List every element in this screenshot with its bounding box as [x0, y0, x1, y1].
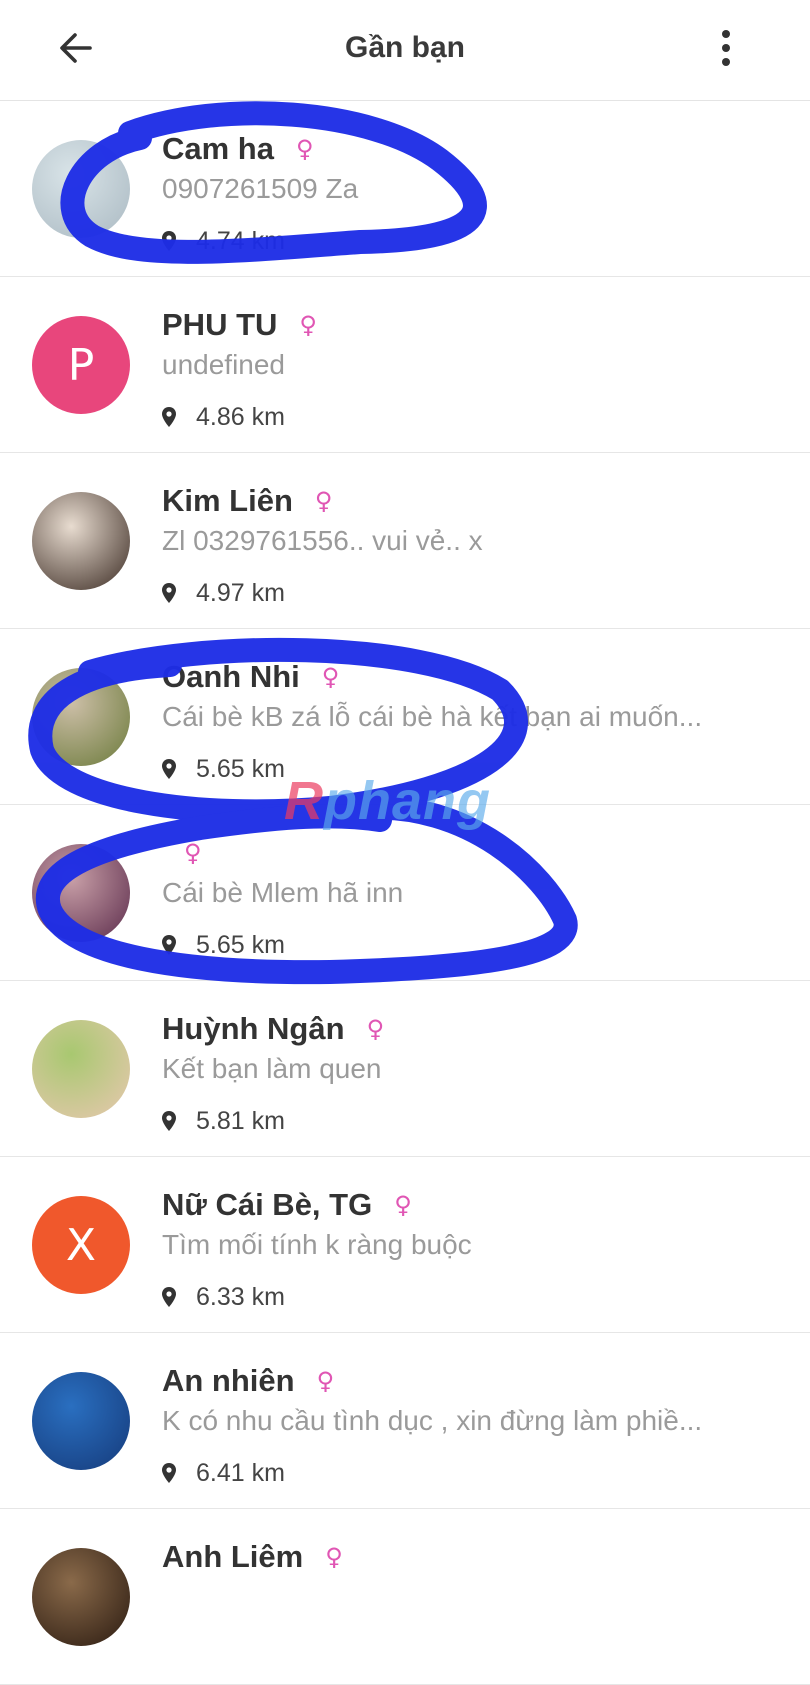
user-name: PHU TU: [162, 307, 278, 342]
user-status: Tìm mối tính k ràng buộc: [162, 1229, 472, 1260]
user-status: Cái bè Mlem hã inn: [162, 877, 404, 908]
more-vertical-icon: [722, 30, 730, 66]
page-title: Gần bạn: [344, 31, 465, 64]
user-status: undefined: [162, 349, 286, 380]
name-line: Huỳnh Ngân ♀: [162, 1009, 384, 1049]
name-line: Oanh Nhi ♀: [162, 657, 339, 697]
user-distance: 6.41 km: [196, 1458, 285, 1487]
avatar[interactable]: [32, 1020, 130, 1118]
female-icon: ♀: [316, 1367, 335, 1395]
user-distance: 6.33 km: [196, 1282, 285, 1311]
user-list-item[interactable]: An nhiên ♀ K có nhu cầu tình dục , xin đừn…: [0, 1333, 810, 1509]
app-header: Gần bạn: [0, 0, 810, 101]
distance-line: 6.41 km: [162, 1457, 285, 1489]
location-pin-icon: [162, 1111, 176, 1131]
more-options-button[interactable]: [716, 28, 736, 68]
female-icon: ♀: [366, 1015, 385, 1043]
user-list-item[interactable]: Anh Liêm ♀: [0, 1509, 810, 1685]
user-distance: 5.81 km: [196, 1106, 285, 1135]
female-icon: ♀: [299, 311, 317, 339]
user-list-item[interactable]: X Nữ Cái Bè, TG ♀ Tìm mối tính k ràng buộc 6…: [0, 1157, 810, 1333]
avatar[interactable]: [32, 668, 130, 766]
user-name: Nữ Cái Bè, TG: [162, 1187, 373, 1222]
user-name: Kim Liên: [162, 483, 293, 518]
user-list-item[interactable]: P PHU TU ♀ undefined 4.86 km: [0, 277, 810, 453]
avatar[interactable]: [32, 844, 130, 942]
name-line: An nhiên ♀: [162, 1361, 334, 1401]
location-pin-icon: [162, 935, 176, 955]
distance-line: 6.33 km: [162, 1281, 285, 1313]
user-list-item[interactable]: Cam ha ♀ 0907261509 Za 4.74 km: [0, 101, 810, 277]
user-list-item[interactable]: Huỳnh Ngân ♀ Kết bạn làm quen 5.81 km: [0, 981, 810, 1157]
user-distance: 5.65 km: [196, 754, 285, 783]
location-pin-icon: [162, 231, 176, 251]
user-distance: 4.74 km: [196, 226, 285, 255]
distance-line: 4.74 km: [162, 225, 285, 257]
female-icon: ♀: [325, 1543, 343, 1571]
avatar[interactable]: X: [32, 1196, 130, 1294]
user-status: 0907261509 Za: [162, 173, 359, 204]
location-pin-icon: [162, 583, 176, 603]
user-list-item[interactable]: ♀ Cái bè Mlem hã inn 5.65 km: [0, 805, 810, 981]
name-line: Kim Liên ♀: [162, 481, 332, 521]
name-line: ♀: [162, 833, 202, 873]
user-distance: 4.86 km: [196, 402, 285, 431]
location-pin-icon: [162, 1463, 176, 1483]
name-line: Cam ha ♀: [162, 129, 314, 169]
user-name: An nhiên: [162, 1363, 295, 1398]
user-status: Cái bè kB zá lỗ cái bè hà kết bạn ai muố…: [162, 701, 703, 732]
user-status: Kết bạn làm quen: [162, 1053, 382, 1084]
user-name: Cam ha: [162, 131, 274, 166]
female-icon: ♀: [314, 487, 333, 515]
user-name: Huỳnh Ngân: [162, 1011, 345, 1046]
distance-line: 5.81 km: [162, 1105, 285, 1137]
avatar-letter: P: [67, 339, 95, 391]
avatar[interactable]: [32, 140, 130, 238]
user-name: Oanh Nhi: [162, 659, 300, 694]
user-list-item[interactable]: Oanh Nhi ♀ Cái bè kB zá lỗ cái bè hà kết b…: [0, 629, 810, 805]
user-name: Anh Liêm: [162, 1539, 304, 1574]
user-list-item[interactable]: Kim Liên ♀ Zl 0329761556.. vui vẻ.. x 4.97 …: [0, 453, 810, 629]
avatar[interactable]: P: [32, 316, 130, 414]
user-status: K có nhu cầu tình dục , xin đừng làm phi…: [162, 1405, 703, 1436]
location-pin-icon: [162, 1287, 176, 1307]
user-distance: 4.97 km: [196, 578, 285, 607]
name-line: Anh Liêm ♀: [162, 1537, 343, 1577]
female-icon: ♀: [394, 1191, 412, 1219]
location-pin-icon: [162, 407, 176, 427]
name-line: Nữ Cái Bè, TG ♀: [162, 1185, 412, 1225]
distance-line: 5.65 km: [162, 753, 285, 785]
female-icon: ♀: [184, 839, 202, 867]
user-status: Zl 0329761556.. vui vẻ.. x: [162, 525, 483, 556]
avatar[interactable]: [32, 492, 130, 590]
name-line: PHU TU ♀: [162, 305, 317, 345]
avatar[interactable]: [32, 1372, 130, 1470]
distance-line: 4.97 km: [162, 577, 285, 609]
user-distance: 5.65 km: [196, 930, 285, 959]
location-pin-icon: [162, 759, 176, 779]
avatar[interactable]: [32, 1548, 130, 1646]
female-icon: ♀: [295, 135, 314, 163]
female-icon: ♀: [321, 663, 340, 691]
nearby-user-list: Cam ha ♀ 0907261509 Za 4.74 km P PHU TU ♀ undef…: [0, 101, 810, 1685]
distance-line: 5.65 km: [162, 929, 285, 961]
distance-line: 4.86 km: [162, 401, 285, 433]
avatar-letter: X: [65, 1219, 97, 1271]
